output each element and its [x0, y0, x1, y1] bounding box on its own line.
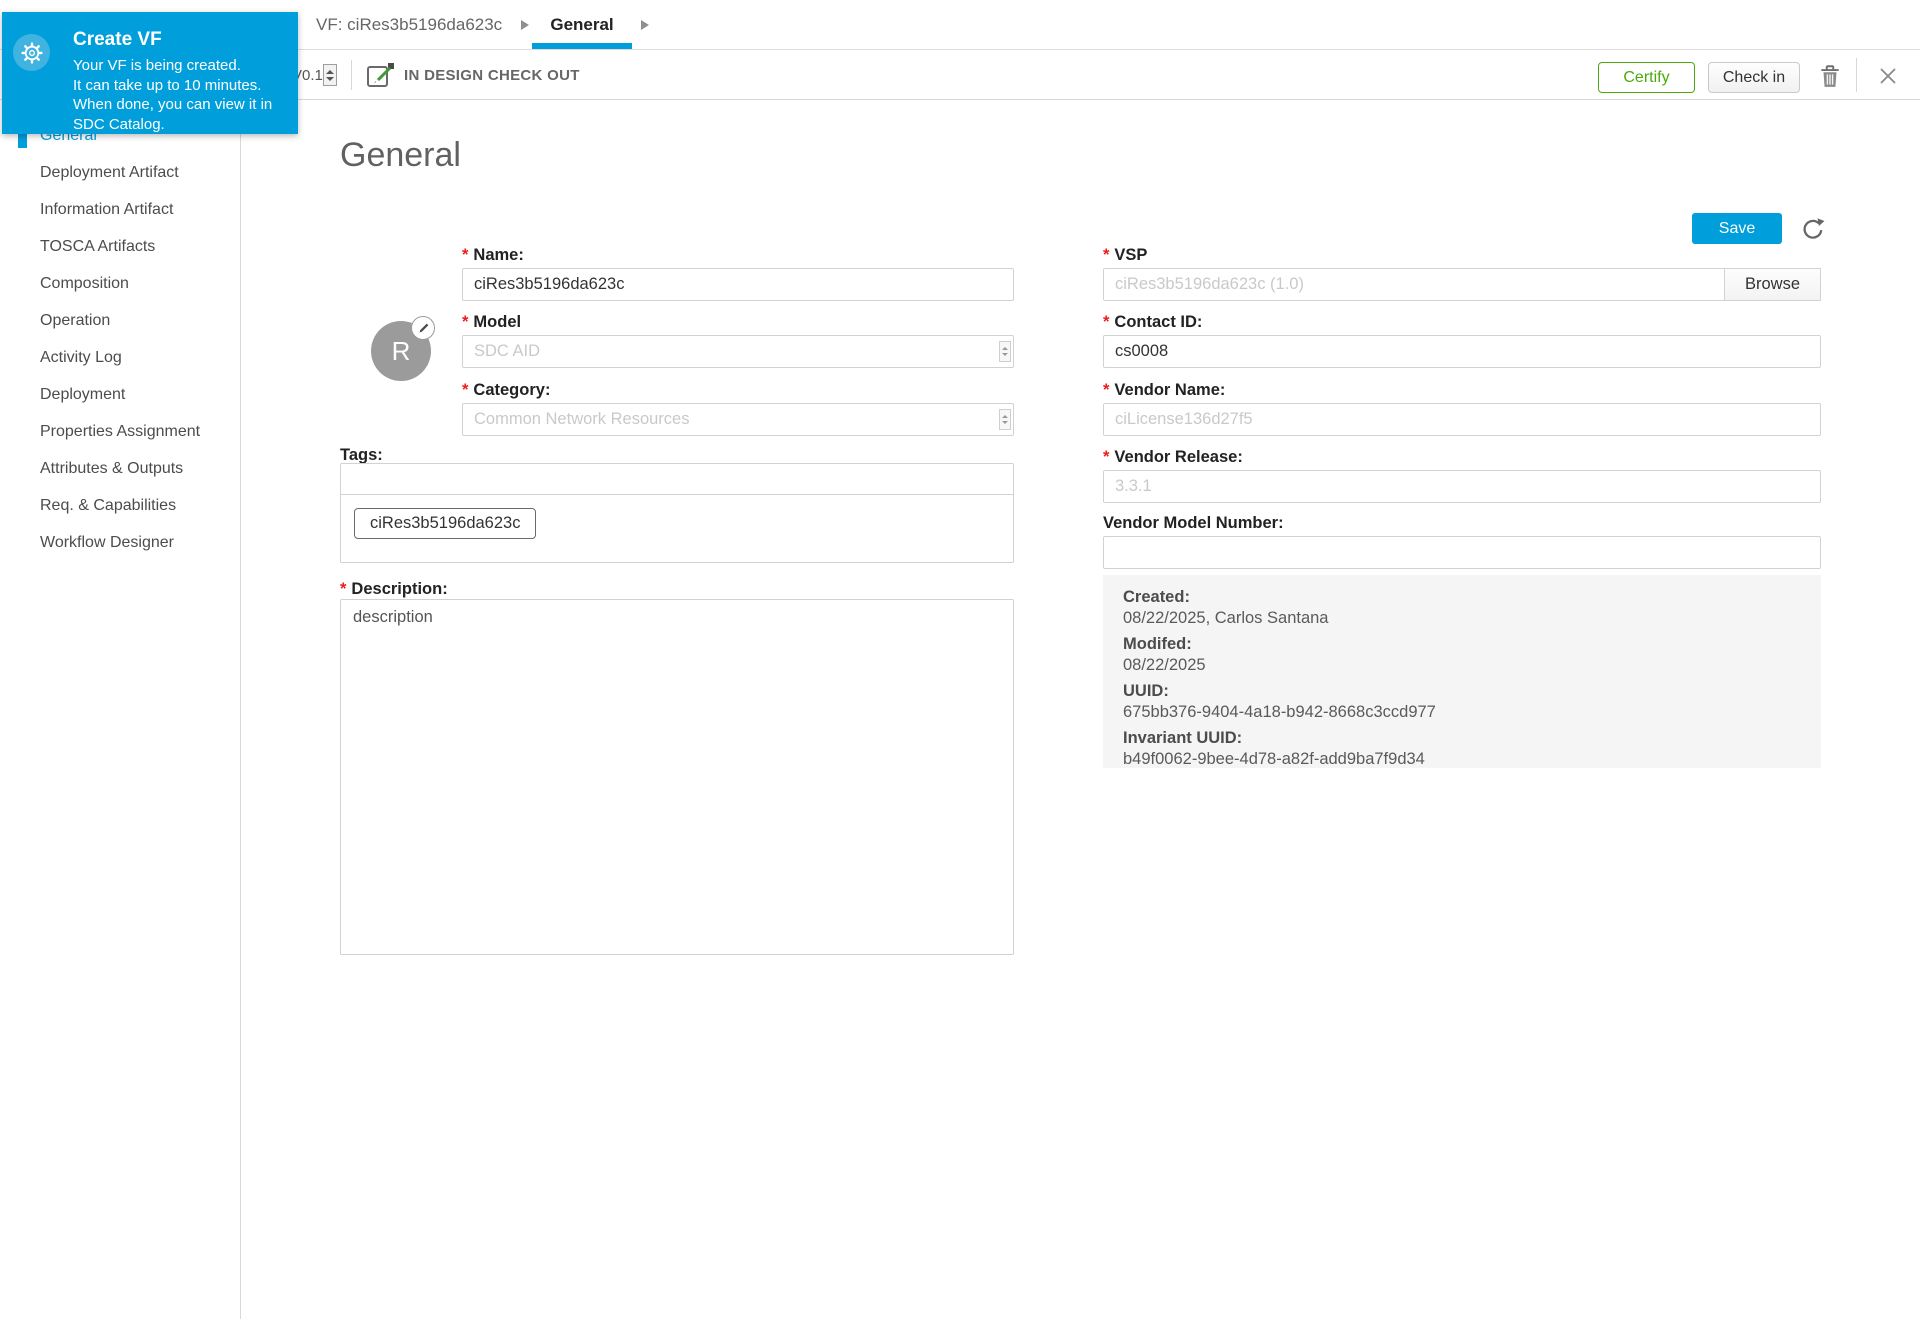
- uuid-value: 675bb376-9404-4a18-b942-8668c3ccd977: [1123, 702, 1801, 723]
- vendor-model-number-label: Vendor Model Number:: [1103, 514, 1284, 533]
- name-input[interactable]: [462, 268, 1014, 301]
- required-marker: *: [1103, 246, 1109, 264]
- required-marker: *: [462, 381, 468, 399]
- toolbar-divider: [1856, 58, 1857, 92]
- vendor-name-label: *Vendor Name:: [1103, 381, 1225, 400]
- toast-line: When done, you can view it in: [73, 95, 272, 115]
- model-select-spinner: [999, 341, 1011, 362]
- avatar: R: [371, 321, 431, 381]
- contact-id-input[interactable]: [1103, 335, 1821, 368]
- create-vf-toast: Create VF Your VF is being created. It c…: [2, 12, 298, 134]
- breadcrumb-vf[interactable]: VF: ciRes3b5196da623c: [316, 0, 502, 50]
- invariant-uuid-label: Invariant UUID:: [1123, 728, 1801, 749]
- sidebar-item-information-artifact[interactable]: Information Artifact: [0, 191, 240, 228]
- sidebar-item-req-capabilities[interactable]: Req. & Capabilities: [0, 487, 240, 524]
- uuid-label: UUID:: [1123, 681, 1801, 702]
- toast-line: SDC Catalog.: [73, 115, 272, 135]
- vsp-label: *VSP: [1103, 246, 1147, 265]
- created-value: 08/22/2025, Carlos Santana: [1123, 608, 1801, 629]
- certify-button[interactable]: Certify: [1598, 62, 1695, 93]
- vendor-model-number-input[interactable]: [1103, 536, 1821, 569]
- sidebar-item-operation[interactable]: Operation: [0, 302, 240, 339]
- description-label: *Description:: [340, 580, 448, 599]
- contact-id-label: *Contact ID:: [1103, 313, 1202, 332]
- tab-active-underline: [532, 43, 632, 49]
- save-button[interactable]: Save: [1692, 213, 1782, 244]
- vendor-release-label: *Vendor Release:: [1103, 448, 1243, 467]
- modified-value: 08/22/2025: [1123, 655, 1801, 676]
- required-marker: *: [1103, 448, 1109, 466]
- toast-line: It can take up to 10 minutes.: [73, 76, 272, 96]
- toast-body: Your VF is being created. It can take up…: [73, 56, 272, 134]
- tags-box: ciRes3b5196da623c: [340, 463, 1014, 563]
- breadcrumb-arrow-icon: [521, 20, 529, 30]
- sidebar-item-workflow-designer[interactable]: Workflow Designer: [0, 524, 240, 561]
- avatar-initial: R: [392, 336, 411, 367]
- required-marker: *: [462, 313, 468, 331]
- checkout-pencil-icon: [366, 62, 396, 94]
- sidebar-item-deployment[interactable]: Deployment: [0, 376, 240, 413]
- close-icon[interactable]: [1876, 64, 1900, 88]
- category-select-spinner: [999, 409, 1011, 430]
- page-title: General: [340, 136, 461, 175]
- toast-line: Your VF is being created.: [73, 56, 272, 76]
- vendor-name-input: [1103, 403, 1821, 436]
- toolbar-divider: [351, 60, 352, 90]
- delete-trash-icon[interactable]: [1817, 63, 1843, 89]
- required-marker: *: [462, 246, 468, 264]
- vsp-input: [1103, 268, 1821, 301]
- required-marker: *: [1103, 381, 1109, 399]
- check-in-button[interactable]: Check in: [1708, 62, 1800, 93]
- sidebar-item-deployment-artifact[interactable]: Deployment Artifact: [0, 154, 240, 191]
- vendor-release-input: [1103, 470, 1821, 503]
- version-spinner[interactable]: [323, 64, 337, 86]
- breadcrumb-arrow-icon: [641, 20, 649, 30]
- avatar-edit-pencil-icon[interactable]: [411, 316, 435, 340]
- required-marker: *: [1103, 313, 1109, 331]
- gear-icon: [13, 34, 50, 71]
- lifecycle-status-label: IN DESIGN CHECK OUT: [404, 50, 580, 100]
- sidebar-item-activity-log[interactable]: Activity Log: [0, 339, 240, 376]
- tag-chip[interactable]: ciRes3b5196da623c: [354, 508, 536, 539]
- category-label: *Category:: [462, 381, 550, 400]
- sidebar-item-attributes-outputs[interactable]: Attributes & Outputs: [0, 450, 240, 487]
- model-label: *Model: [462, 313, 521, 332]
- toast-title: Create VF: [73, 29, 162, 51]
- meta-panel: Created: 08/22/2025, Carlos Santana Modi…: [1103, 575, 1821, 768]
- tags-input[interactable]: [341, 464, 1013, 495]
- category-select: [462, 403, 1014, 436]
- sidebar-item-properties-assignment[interactable]: Properties Assignment: [0, 413, 240, 450]
- sidebar-item-composition[interactable]: Composition: [0, 265, 240, 302]
- model-select: [462, 335, 1014, 368]
- sidebar: General Deployment Artifact Information …: [0, 100, 241, 1319]
- sidebar-item-tosca-artifacts[interactable]: TOSCA Artifacts: [0, 228, 240, 265]
- invariant-uuid-value: b49f0062-9bee-4d78-a82f-add9ba7f9d34: [1123, 749, 1801, 770]
- name-label: *Name:: [462, 246, 524, 265]
- refresh-icon[interactable]: [1800, 216, 1826, 242]
- sdc-general-page: VF: ciRes3b5196da623c General V0.1 IN DE…: [0, 0, 1920, 1319]
- browse-button[interactable]: Browse: [1724, 268, 1821, 301]
- created-label: Created:: [1123, 587, 1801, 608]
- modified-label: Modifed:: [1123, 634, 1801, 655]
- description-textarea[interactable]: [340, 599, 1014, 955]
- required-marker: *: [340, 580, 346, 598]
